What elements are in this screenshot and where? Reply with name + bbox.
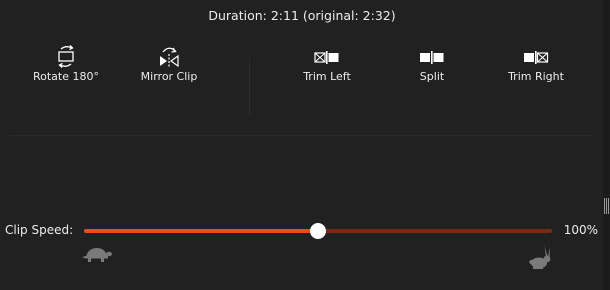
split-icon	[420, 51, 444, 64]
trim-left-button[interactable]: Trim Left	[282, 44, 372, 88]
vertical-scrollbar[interactable]	[603, 0, 610, 290]
clip-editor-panel: Duration: 2:11 (original: 2:32) Rotate 1…	[0, 0, 610, 290]
trim-left-icon	[314, 51, 339, 64]
trim-right-label: Trim Right	[508, 70, 564, 83]
toolbar-divider	[249, 58, 250, 116]
rotate-button[interactable]: Rotate 180°	[21, 44, 111, 88]
clip-speed-label: Clip Speed:	[5, 223, 74, 237]
slider-thumb[interactable]	[310, 223, 326, 239]
trim-right-button[interactable]: Trim Right	[491, 44, 581, 88]
mirror-label: Mirror Clip	[140, 70, 198, 83]
mirror-icon	[160, 47, 179, 68]
rotate-label: Rotate 180°	[32, 70, 99, 83]
mirror-clip-button[interactable]: Mirror Clip	[124, 44, 214, 88]
trim-right-icon	[524, 51, 549, 64]
rabbit-icon	[529, 246, 551, 269]
section-divider	[9, 135, 593, 136]
rotate-icon	[58, 45, 74, 68]
scrollbar-grip[interactable]	[604, 198, 609, 214]
split-button[interactable]: Split	[387, 44, 477, 88]
clip-speed-value: 100%	[563, 223, 598, 237]
trim-left-label: Trim Left	[303, 70, 351, 83]
turtle-icon	[82, 248, 112, 262]
split-label: Split	[419, 70, 445, 83]
duration-label: Duration: 2:11 (original: 2:32)	[208, 8, 396, 23]
clip-speed-slider[interactable]	[84, 222, 552, 240]
slider-fill	[84, 229, 318, 233]
